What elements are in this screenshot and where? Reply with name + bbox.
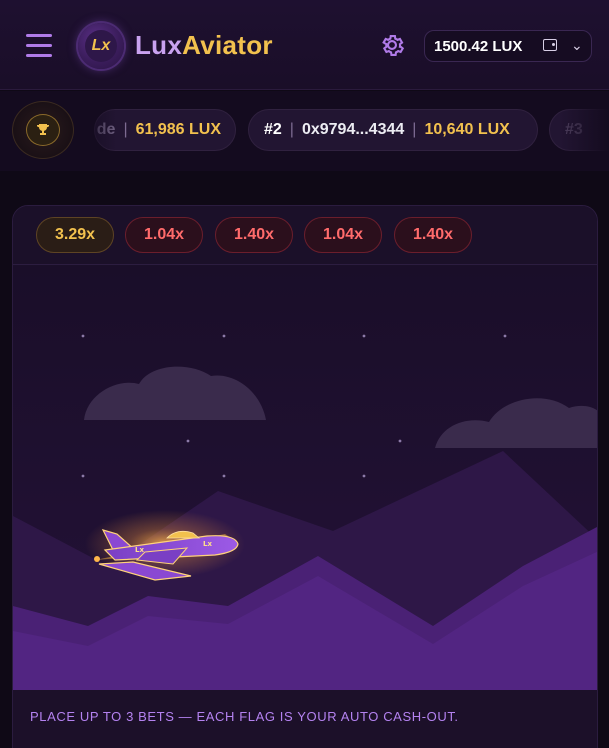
wallet-icon — [543, 39, 557, 51]
game-card: 3.29x 1.04x 1.40x 1.04x 1.40x Lx Lx PLAC… — [12, 205, 598, 748]
flight-scene: Lx Lx — [13, 266, 597, 690]
bet-hint-text: PLACE UP TO 3 BETS — EACH FLAG IS YOUR A… — [30, 709, 459, 724]
leaderboard-amount: 61,986 LUX — [135, 121, 221, 138]
history-chip[interactable]: 3.29x — [36, 217, 114, 253]
history-chip[interactable]: 1.40x — [394, 217, 472, 253]
leaderboard-item: #2 | 0x9794...4344 | 10,640 LUX — [248, 109, 538, 151]
history-chip[interactable]: 1.40x — [215, 217, 293, 253]
trophy-icon — [26, 114, 60, 146]
brand-name: LuxAviator — [135, 30, 273, 61]
brand-part-lux: Lux — [135, 30, 183, 60]
history-chip[interactable]: 1.04x — [125, 217, 203, 253]
settings-gear-icon[interactable] — [378, 31, 406, 59]
separator: | — [412, 121, 417, 138]
brand-part-aviator: Aviator — [182, 30, 273, 60]
fade-right — [560, 91, 609, 171]
multiplier-history: 3.29x 1.04x 1.40x 1.04x 1.40x — [13, 206, 597, 265]
logo-mark: Lx — [85, 30, 117, 62]
hamburger-menu-icon[interactable] — [26, 34, 52, 58]
wallet-balance-button[interactable]: 1500.42 LUX ⌄ — [424, 30, 592, 62]
separator: | — [289, 121, 294, 138]
fade-left — [76, 91, 116, 171]
leaderboard-rank: #2 — [264, 121, 282, 138]
leaderboard-address: 0x9794...4344 — [301, 121, 405, 138]
top-bar: Lx LuxAviator 1500.42 LUX ⌄ — [0, 0, 609, 90]
leaderboard-trophy-button[interactable] — [12, 101, 74, 159]
plane-logo-right: Lx — [203, 540, 212, 548]
leaderboard-amount: 10,640 LUX — [424, 121, 510, 138]
logo: Lx — [78, 23, 124, 69]
plane-logo-left: Lx — [135, 546, 144, 554]
balance-amount: 1500.42 LUX — [434, 37, 523, 55]
leaderboard-ticker: de | 61,986 LUX #2 | 0x9794...4344 | 10,… — [0, 91, 609, 171]
chevron-down-icon: ⌄ — [571, 37, 583, 53]
history-chip[interactable]: 1.04x — [304, 217, 382, 253]
separator: | — [123, 121, 128, 138]
